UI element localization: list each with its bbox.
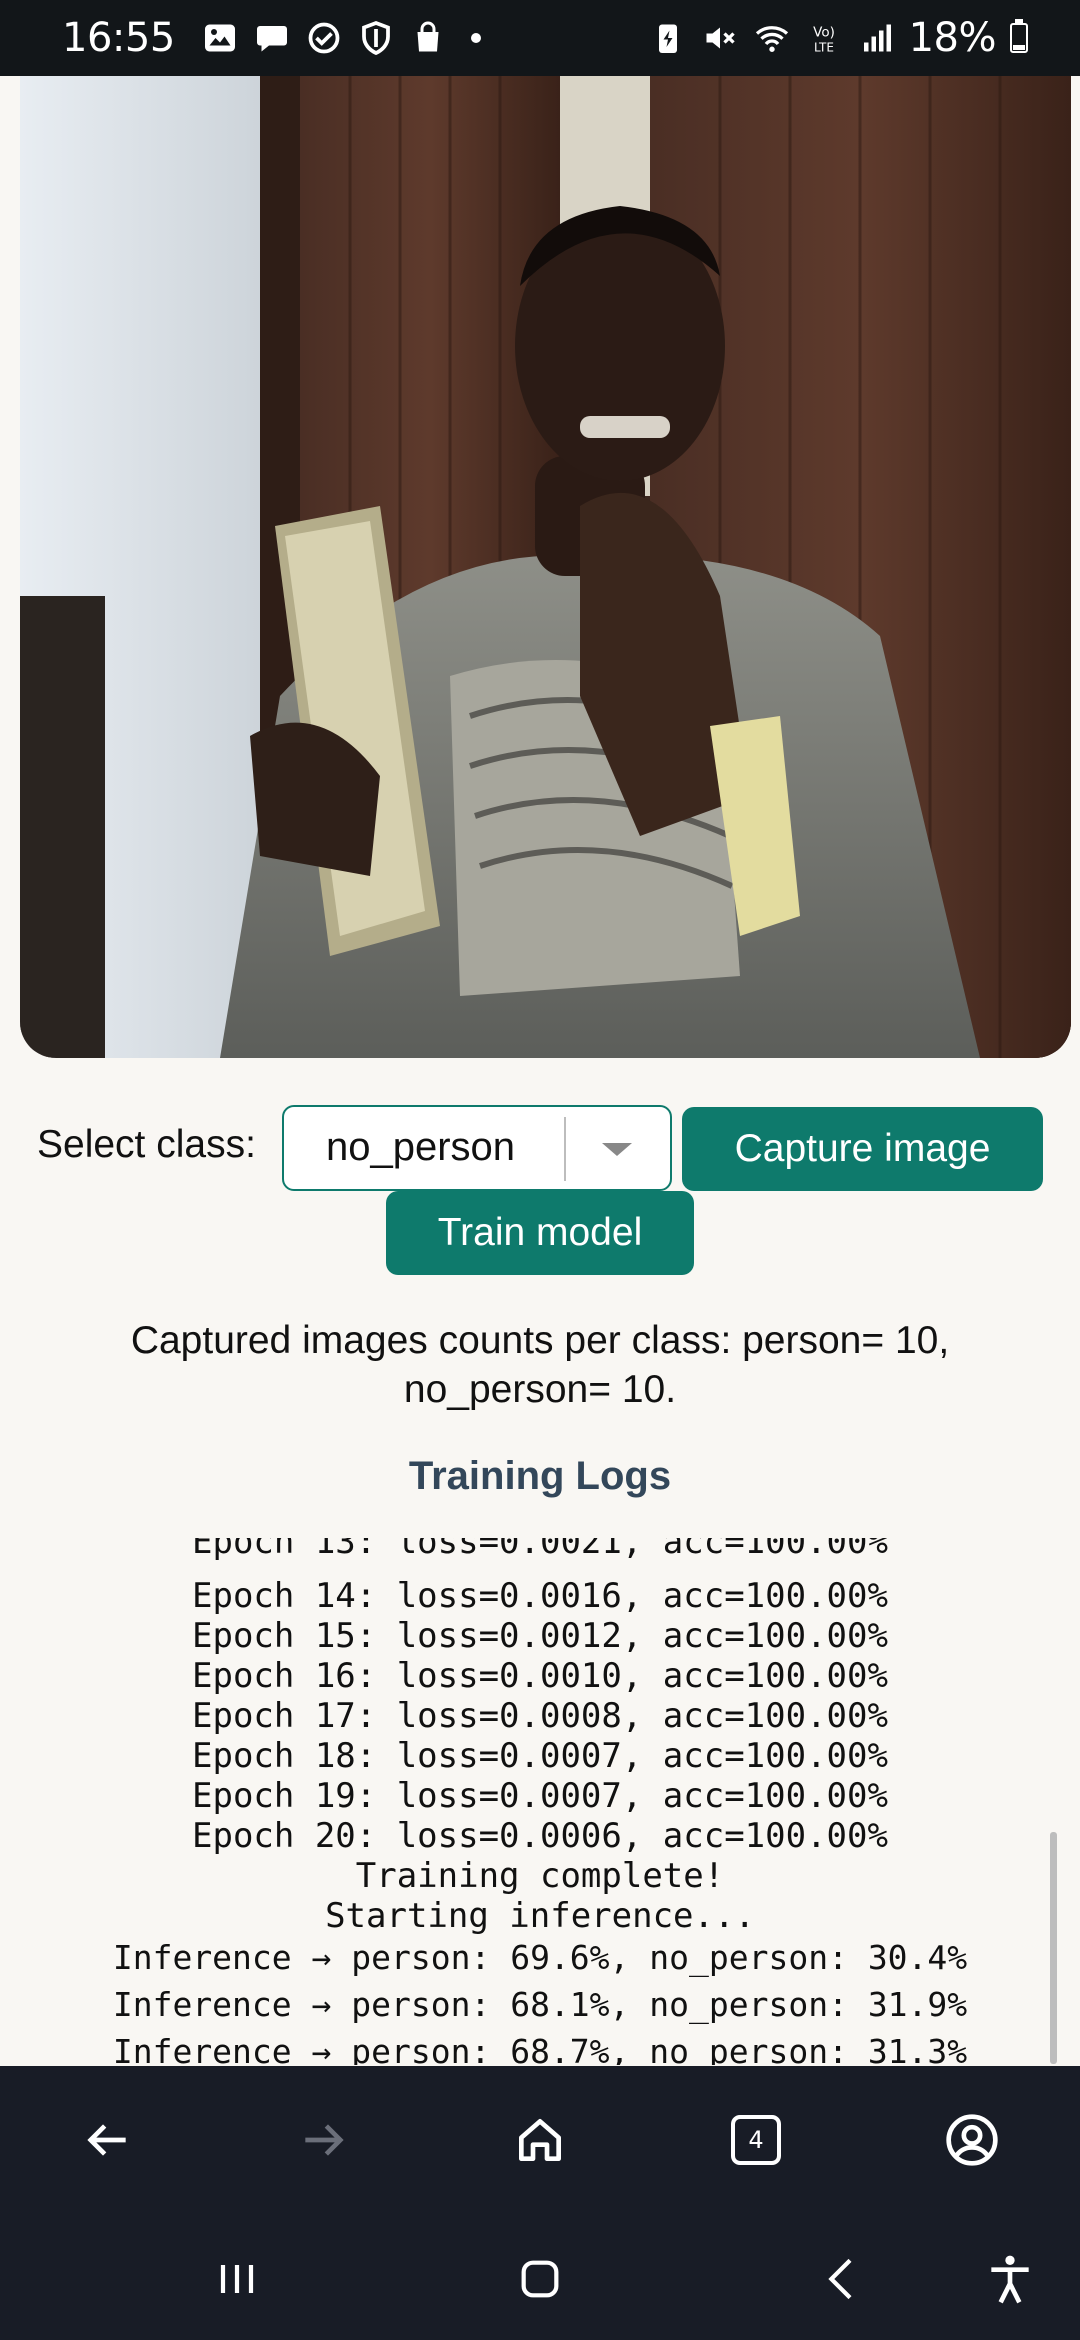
battery-percent: 18%: [908, 15, 997, 61]
recent-apps-button[interactable]: [202, 2244, 272, 2314]
camera-preview: [20, 76, 1071, 1058]
system-nav-bar: [0, 2214, 1080, 2340]
svg-text:Vo): Vo): [813, 25, 835, 41]
svg-text:LTE: LTE: [814, 41, 834, 55]
more-notifications-dot: [470, 33, 481, 43]
select-class-label: Select class:: [37, 1123, 256, 1166]
log-line: Inference → person: 68.7%, no_person: 31…: [112, 2032, 968, 2065]
home-button[interactable]: [506, 2106, 574, 2174]
account-icon: [946, 2114, 998, 2166]
accessibility-button[interactable]: [975, 2244, 1045, 2314]
log-line: Epoch 19: loss=0.0007, acc=100.00%: [192, 1776, 888, 1816]
home-nav-button[interactable]: [505, 2244, 575, 2314]
home-icon: [519, 2119, 561, 2161]
check-circle-icon: [305, 19, 343, 57]
class-select[interactable]: no_person: [282, 1105, 672, 1191]
mute-icon: [701, 19, 739, 57]
logs-scrollbar[interactable]: [1050, 1832, 1057, 2064]
accessibility-icon: [991, 2255, 1029, 2304]
back-nav-button[interactable]: [808, 2244, 878, 2314]
chevron-down-icon[interactable]: [602, 1143, 632, 1156]
back-button[interactable]: [73, 2106, 141, 2174]
chat-icon: [253, 19, 291, 57]
log-line: Starting inference...: [325, 1896, 755, 1936]
arrow-left-icon: [87, 2124, 126, 2156]
recent-apps-icon: [220, 2265, 254, 2293]
select-divider: [564, 1117, 566, 1181]
status-bar: 16:55 Vo) LTE 18%: [0, 0, 1080, 76]
forward-button[interactable]: [290, 2106, 358, 2174]
wifi-icon: [753, 19, 791, 57]
log-line: Training complete!: [355, 1856, 725, 1896]
log-line: Epoch 17: loss=0.0008, acc=100.00%: [192, 1696, 888, 1736]
account-button[interactable]: [938, 2106, 1006, 2174]
class-select-value: no_person: [326, 1125, 516, 1169]
battery-saver-icon: [649, 19, 687, 57]
log-line: Epoch 16: loss=0.0010, acc=100.00%: [192, 1656, 888, 1696]
volte-icon: Vo) LTE: [805, 19, 843, 57]
log-line: Epoch 13: loss=0.0021, acc=100.00%: [192, 1538, 888, 1562]
battery-icon: [1010, 19, 1028, 53]
captured-counts-text: Captured images counts per class: person…: [60, 1316, 1020, 1414]
log-line: Inference → person: 68.1%, no_person: 31…: [112, 1985, 968, 2024]
browser-toolbar: 4: [0, 2066, 1080, 2214]
counts-line-1: Captured images counts per class: person…: [130, 1319, 950, 1362]
log-line: Epoch 18: loss=0.0007, acc=100.00%: [192, 1736, 888, 1776]
log-line: Inference → person: 69.6%, no_person: 30…: [112, 1938, 968, 1977]
log-line: Epoch 14: loss=0.0016, acc=100.00%: [192, 1576, 888, 1616]
training-logs-panel[interactable]: Epoch 13: loss=0.0021, acc=100.00% Epoch…: [0, 1538, 1080, 2065]
home-square-icon: [521, 2260, 559, 2298]
log-line: Epoch 20: loss=0.0006, acc=100.00%: [192, 1816, 888, 1856]
status-time: 16:55: [62, 15, 175, 61]
chevron-left-icon: [828, 2258, 852, 2300]
log-line: Epoch 15: loss=0.0012, acc=100.00%: [192, 1616, 888, 1656]
signal-icon: [857, 19, 895, 57]
training-logs-title: Training Logs: [408, 1454, 672, 1498]
shopping-bag-icon: [409, 19, 447, 57]
train-model-button[interactable]: Train model: [386, 1191, 694, 1275]
shield-icon: [357, 19, 395, 57]
arrow-right-icon: [305, 2124, 344, 2156]
gallery-icon: [201, 19, 239, 57]
capture-image-button[interactable]: Capture image: [682, 1107, 1043, 1191]
tabs-icon: 4: [731, 2115, 781, 2165]
tabs-button[interactable]: 4: [722, 2106, 790, 2174]
counts-line-2: no_person= 10.: [403, 1368, 677, 1411]
